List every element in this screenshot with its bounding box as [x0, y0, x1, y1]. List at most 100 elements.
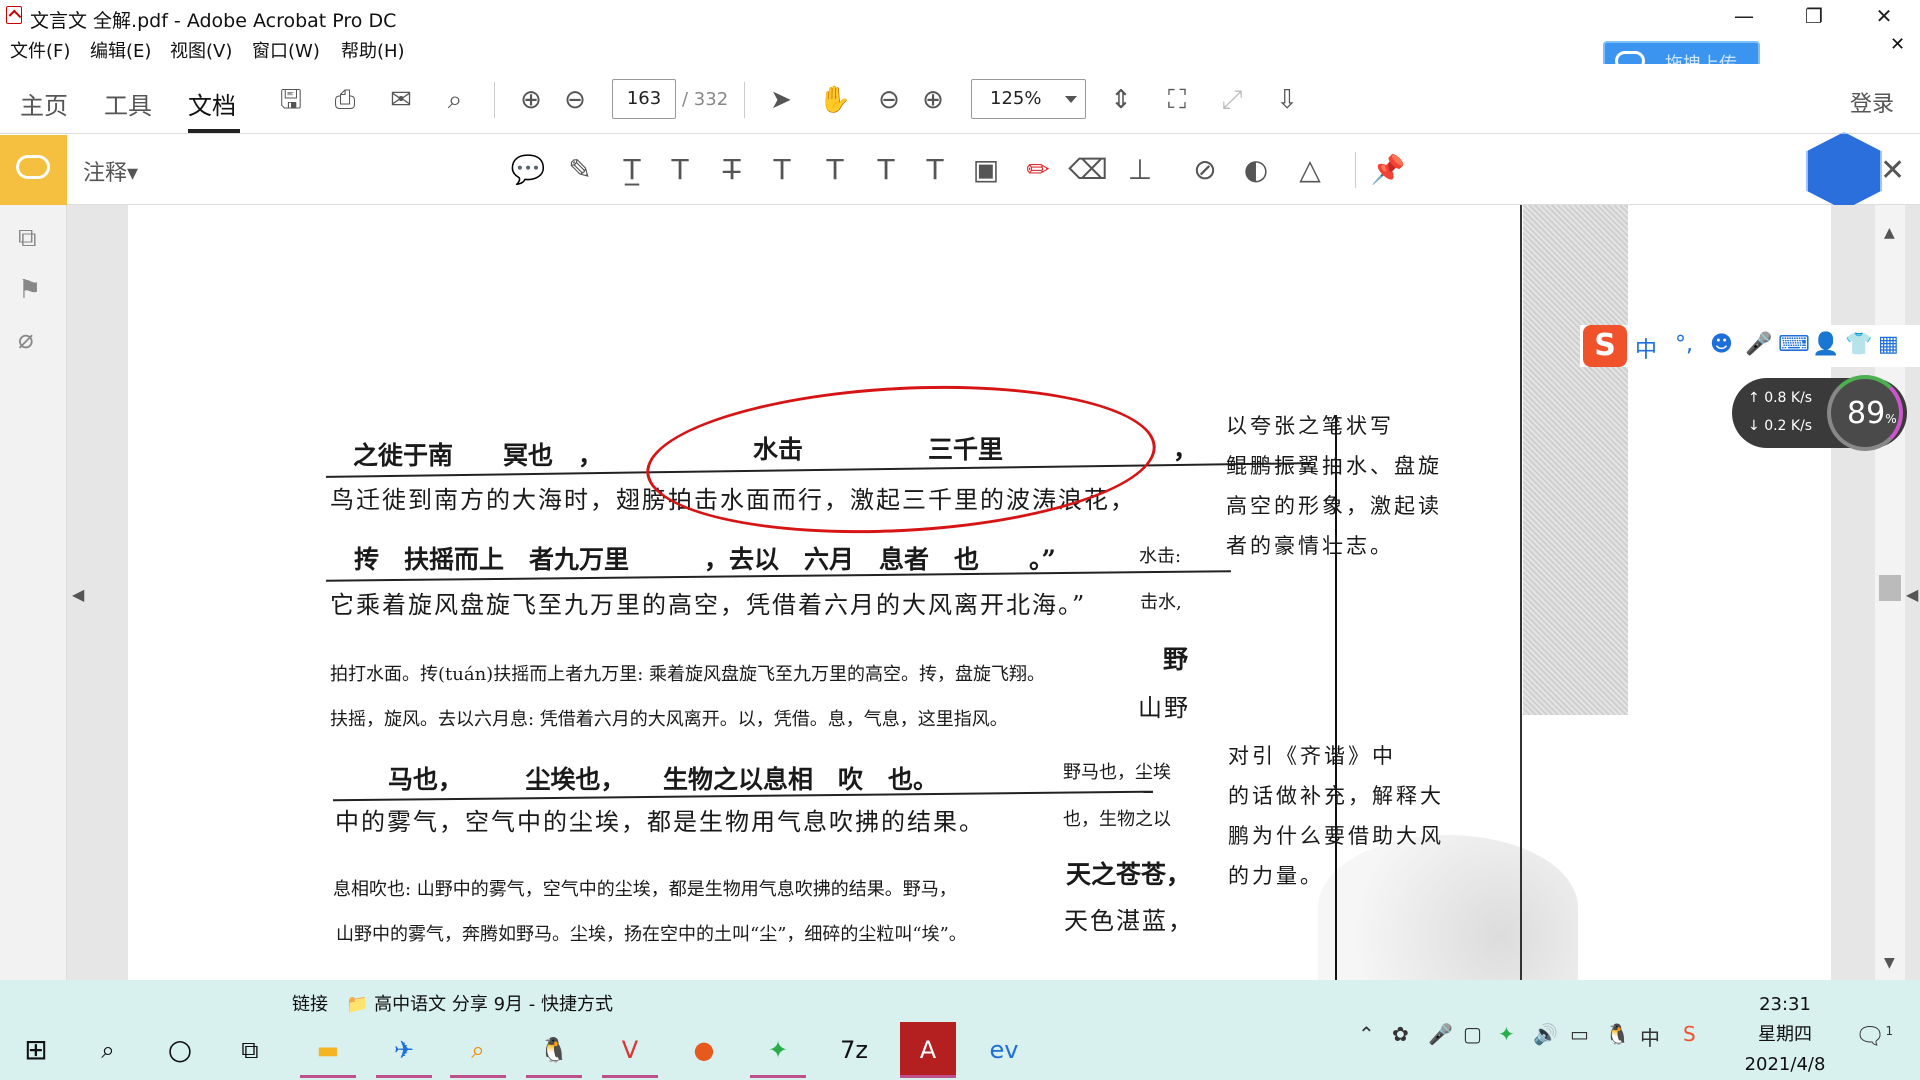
close-comment-icon[interactable]: ✕: [1880, 153, 1905, 188]
vertical-scrollbar[interactable]: ▲ ▼: [1875, 205, 1905, 980]
prev-page-icon[interactable]: ⊕: [514, 83, 548, 117]
tray-app-icon[interactable]: ✿: [1392, 1022, 1409, 1046]
feishu-icon[interactable]: ✈: [376, 1022, 432, 1078]
scroll-down-icon[interactable]: ▼: [1884, 955, 1895, 971]
collapse-left-icon[interactable]: ◀: [72, 585, 84, 604]
comment-toolbar: 注释▾ 💬 ✎ T̲ T T̶ T T T T ▣ ✏ ⌫ ⊥ ⊘ ◐ △ 📌 …: [0, 135, 1920, 205]
network-speed-widget[interactable]: ↑ 0.8 K/s ↓ 0.2 K/s 89%: [1732, 375, 1907, 451]
keyboard-icon[interactable]: ⌨: [1778, 332, 1810, 357]
eraser-icon[interactable]: ⌫: [1068, 150, 1108, 190]
7zip-icon[interactable]: 7z: [826, 1022, 882, 1078]
scroll-up-icon[interactable]: ▲: [1884, 225, 1895, 241]
tab-document[interactable]: 文档: [188, 86, 236, 121]
menu-edit[interactable]: 编辑(E): [90, 37, 151, 63]
bookmark-icon[interactable]: ⚑: [18, 275, 48, 309]
menu-file[interactable]: 文件(F): [10, 37, 70, 63]
email-icon[interactable]: ✉: [384, 83, 418, 117]
highlight-icon[interactable]: ✎: [560, 150, 600, 190]
read-mode-icon[interactable]: ⇩: [1270, 83, 1304, 117]
record-audio-icon[interactable]: ◐: [1236, 150, 1276, 190]
strikethrough-icon[interactable]: T̶: [712, 150, 752, 190]
skin-icon[interactable]: 👕: [1845, 332, 1872, 357]
acrobat-icon[interactable]: A: [900, 1022, 956, 1078]
fullscreen-icon[interactable]: ⤢: [1215, 83, 1249, 117]
sticky-note-icon[interactable]: 💬: [508, 150, 548, 190]
margin-note: 高空的形象，激起读: [1226, 494, 1442, 518]
scroll-thumb[interactable]: [1879, 575, 1901, 601]
hand-tool-icon[interactable]: ✋: [818, 83, 852, 117]
close-window-button[interactable]: ✕: [1864, 4, 1904, 30]
separator: [494, 82, 495, 118]
emoji-icon[interactable]: ☻: [1710, 332, 1733, 357]
search-app-icon[interactable]: ⌕: [450, 1022, 506, 1078]
zoom-in-icon[interactable]: ⊕: [916, 83, 950, 117]
shapes-icon[interactable]: △: [1290, 150, 1330, 190]
annotation-dropdown[interactable]: 注释▾: [83, 155, 138, 187]
app-v-icon[interactable]: V: [602, 1022, 658, 1078]
zoom-select[interactable]: 125%: [971, 79, 1086, 119]
main-toolbar: 主页 工具 文档 🖫 ⎙ ✉ ⌕ ⊕ ⊖ 163 / 332 ➤ ✋ ⊖ ⊕ 1…: [0, 64, 1920, 134]
active-tab-indicator: [188, 129, 240, 133]
draw-pencil-icon[interactable]: ✏: [1018, 150, 1058, 190]
file-explorer-icon[interactable]: ▬: [300, 1022, 356, 1078]
ime-indicator[interactable]: 中: [1640, 1022, 1660, 1051]
restore-button[interactable]: ❐: [1794, 4, 1834, 30]
grid-menu-icon[interactable]: ▦: [1878, 332, 1899, 357]
tab-tools[interactable]: 工具: [104, 86, 152, 121]
menu-window[interactable]: 窗口(W): [252, 37, 320, 63]
cortana-icon[interactable]: ○: [152, 1022, 208, 1078]
user-icon[interactable]: 👤: [1812, 332, 1839, 357]
tab-home[interactable]: 主页: [20, 86, 68, 121]
attachment-icon[interactable]: ⌀: [18, 325, 48, 359]
notification-icon[interactable]: 🗨1: [1855, 1022, 1893, 1050]
tray-sogou-icon[interactable]: S: [1683, 1022, 1696, 1046]
select-cursor-icon[interactable]: ➤: [764, 83, 798, 117]
ime-lang-toggle[interactable]: 中: [1635, 332, 1657, 364]
menu-help[interactable]: 帮助(H): [341, 37, 405, 63]
replace-text-icon[interactable]: T: [762, 150, 802, 190]
page-thumbnails-icon[interactable]: ⧉: [18, 223, 48, 257]
text-comment-icon[interactable]: T: [660, 150, 700, 190]
system-clock[interactable]: 23:31 星期四 2021/4/8: [1725, 990, 1845, 1080]
qq-icon[interactable]: 🐧: [526, 1022, 582, 1078]
scroll-mode-icon[interactable]: ⇕: [1104, 83, 1138, 117]
add-note-text-icon[interactable]: T: [866, 150, 906, 190]
microphone-icon[interactable]: 🎤: [1745, 332, 1772, 357]
firefox-icon[interactable]: ●: [676, 1022, 732, 1078]
ev-recorder-icon[interactable]: ev: [976, 1022, 1032, 1078]
print-icon[interactable]: ⎙: [328, 83, 362, 117]
menu-view[interactable]: 视图(V): [170, 37, 232, 63]
next-page-icon[interactable]: ⊖: [558, 83, 592, 117]
search-icon[interactable]: ⌕: [80, 1022, 136, 1078]
ime-punct-toggle[interactable]: °,: [1675, 332, 1693, 357]
tray-qq-icon[interactable]: 🐧: [1605, 1022, 1630, 1046]
underline-text-icon[interactable]: T̲: [612, 150, 652, 190]
tray-device-icon[interactable]: ▢: [1463, 1022, 1482, 1046]
close-doc-icon[interactable]: ✕: [1890, 34, 1905, 55]
upload-speed: ↑ 0.8 K/s: [1748, 390, 1813, 406]
wechat-icon[interactable]: ✦: [750, 1022, 806, 1078]
task-view-icon[interactable]: ⧉: [222, 1022, 278, 1078]
text-box-icon[interactable]: ▣: [966, 150, 1006, 190]
pin-icon[interactable]: 📌: [1368, 150, 1408, 190]
stamp-icon[interactable]: ⊥: [1120, 150, 1160, 190]
page-number-input[interactable]: 163: [612, 79, 676, 119]
windows-start-icon[interactable]: ⊞: [8, 1022, 64, 1078]
tray-expand-icon[interactable]: ⌃: [1358, 1022, 1375, 1046]
search-icon[interactable]: ⌕: [438, 83, 472, 117]
collapse-right-icon[interactable]: ◀: [1906, 585, 1918, 604]
battery-icon[interactable]: ▭: [1570, 1022, 1589, 1046]
attach-icon[interactable]: ⊘: [1185, 150, 1225, 190]
text-icon[interactable]: T: [915, 150, 955, 190]
tray-wechat-icon[interactable]: ✦: [1498, 1022, 1515, 1046]
comment-panel-tab[interactable]: [0, 135, 67, 205]
fit-page-icon[interactable]: ⛶: [1160, 83, 1194, 117]
tray-mic-icon[interactable]: 🎤: [1428, 1022, 1453, 1046]
insert-text-icon[interactable]: T: [815, 150, 855, 190]
login-link[interactable]: 登录: [1850, 86, 1894, 118]
zoom-out-icon[interactable]: ⊖: [872, 83, 906, 117]
save-icon[interactable]: 🖫: [274, 83, 308, 117]
minimize-button[interactable]: —: [1724, 4, 1764, 30]
volume-icon[interactable]: 🔊: [1533, 1022, 1558, 1046]
sogou-logo-icon[interactable]: S: [1583, 325, 1627, 367]
